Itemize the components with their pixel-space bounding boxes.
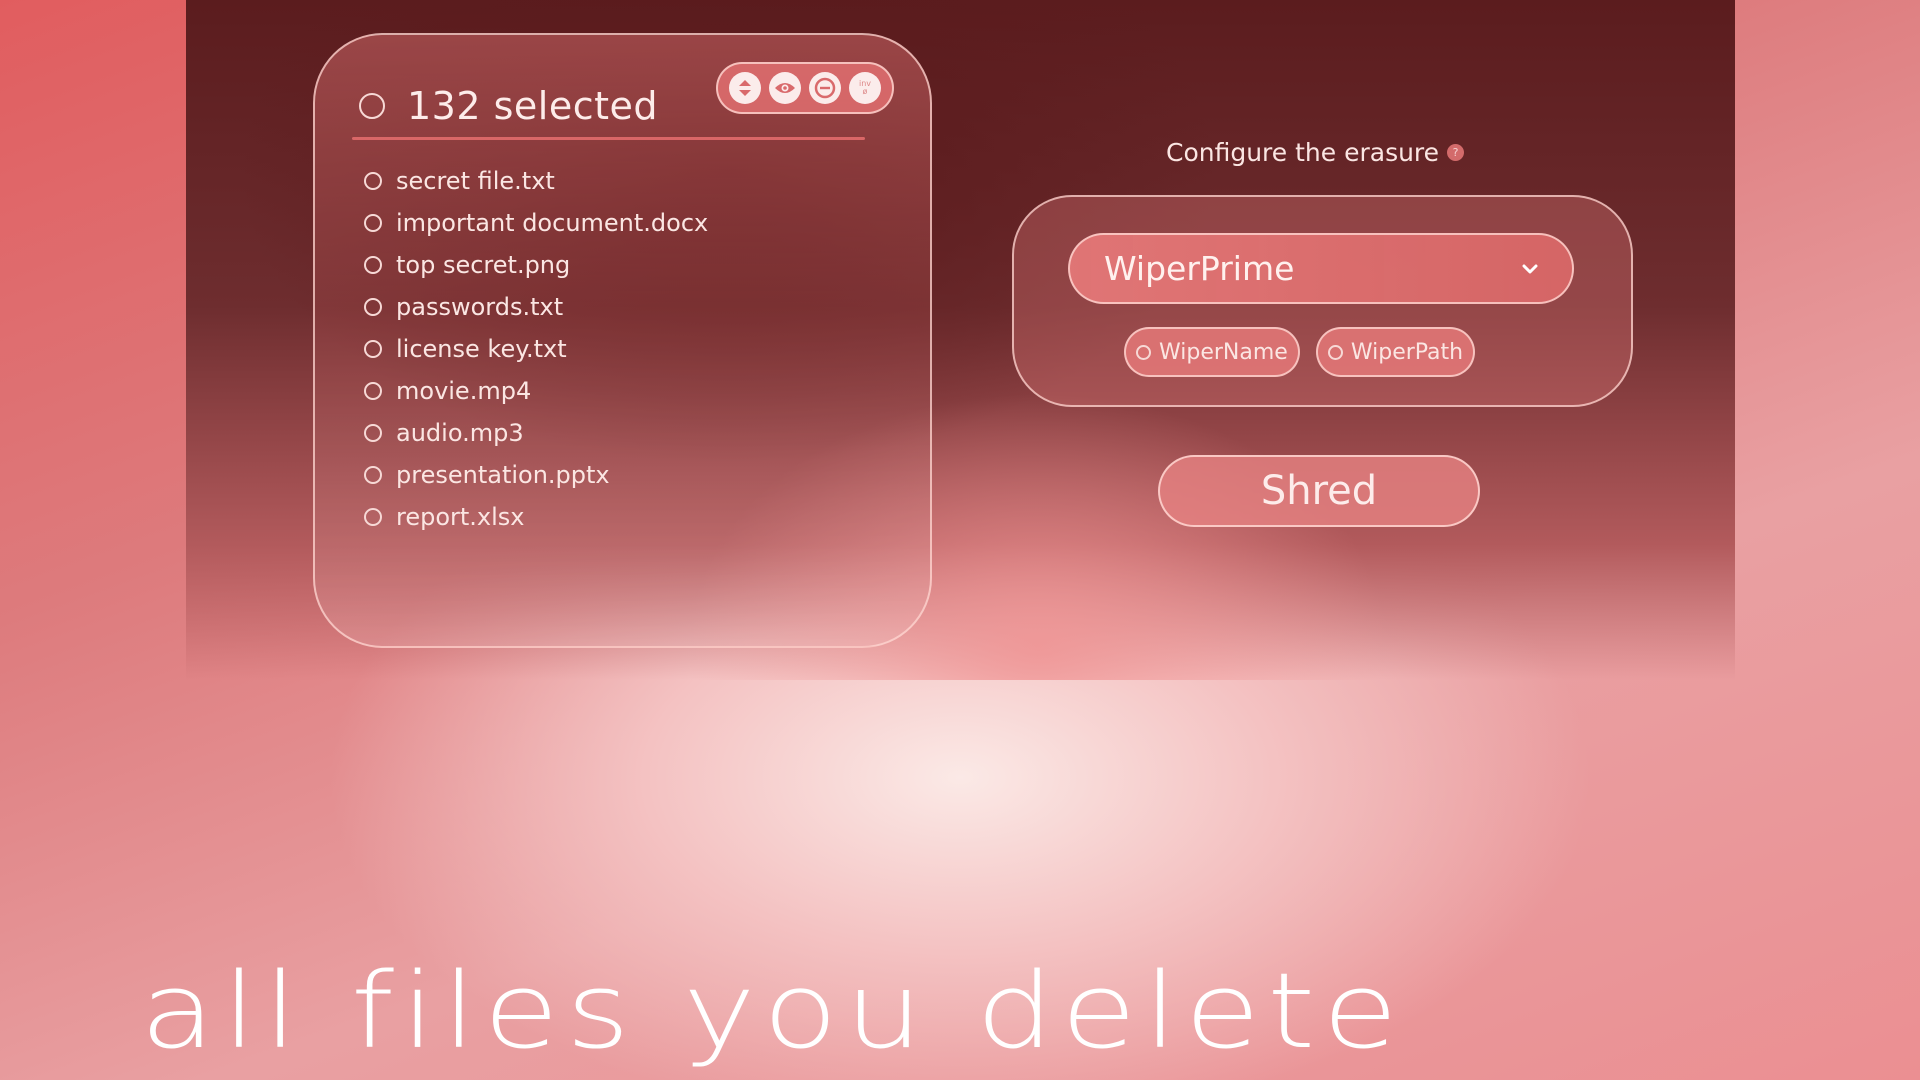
wipe-method-value: WiperPrime [1104, 249, 1295, 288]
file-item[interactable]: top secret.png [364, 244, 708, 286]
remove-button[interactable] [809, 72, 841, 104]
file-item[interactable]: presentation.pptx [364, 454, 708, 496]
config-title: Configure the erasure ? [1166, 138, 1465, 167]
file-name: movie.mp4 [396, 377, 532, 405]
file-item[interactable]: report.xlsx [364, 496, 708, 538]
file-name: report.xlsx [396, 503, 525, 531]
file-item[interactable]: license key.txt [364, 328, 708, 370]
shred-button[interactable]: Shred [1158, 455, 1480, 527]
option-chips: WiperName WiperPath [1124, 327, 1476, 377]
file-list-panel: 132 selected inv ø secret file.txt impor… [313, 33, 932, 648]
preview-button[interactable] [769, 72, 801, 104]
file-name: presentation.pptx [396, 461, 610, 489]
option-wiper-path[interactable]: WiperPath [1315, 327, 1476, 377]
config-title-text: Configure the erasure [1166, 138, 1440, 167]
eye-icon [775, 83, 795, 93]
file-checkbox[interactable] [364, 214, 382, 232]
minus-circle-icon [814, 77, 836, 99]
file-list: secret file.txt important document.docx … [364, 160, 708, 538]
invert-selection-icon: inv ø [858, 79, 872, 96]
file-checkbox[interactable] [364, 466, 382, 484]
file-name: passwords.txt [396, 293, 564, 321]
file-name: top secret.png [396, 251, 571, 279]
select-all-checkbox[interactable] [359, 93, 385, 119]
file-checkbox[interactable] [364, 298, 382, 316]
file-item[interactable]: movie.mp4 [364, 370, 708, 412]
header-divider [352, 137, 865, 140]
file-checkbox[interactable] [364, 382, 382, 400]
option-label: WiperPath [1350, 339, 1464, 365]
file-checkbox[interactable] [364, 340, 382, 358]
config-panel: WiperPrime WiperName WiperPath [1012, 195, 1633, 407]
file-checkbox[interactable] [364, 172, 382, 190]
file-name: secret file.txt [396, 167, 555, 195]
selection-count: 132 selected [407, 84, 659, 128]
chevron-down-icon [1522, 264, 1538, 273]
file-name: license key.txt [396, 335, 567, 363]
file-checkbox[interactable] [364, 508, 382, 526]
wipe-method-select[interactable]: WiperPrime [1068, 233, 1574, 304]
panel-header: 132 selected [359, 71, 658, 141]
file-name: audio.mp3 [396, 419, 524, 447]
help-icon[interactable]: ? [1447, 144, 1465, 161]
file-checkbox[interactable] [364, 424, 382, 442]
file-item[interactable]: passwords.txt [364, 286, 708, 328]
option-radio[interactable] [1136, 344, 1151, 360]
invert-selection-button[interactable]: inv ø [849, 72, 881, 104]
file-toolbar: inv ø [716, 62, 894, 114]
file-name: important document.docx [396, 209, 709, 237]
sort-button[interactable] [729, 72, 761, 104]
option-radio[interactable] [1327, 344, 1343, 360]
file-checkbox[interactable] [364, 256, 382, 274]
file-item[interactable]: important document.docx [364, 202, 708, 244]
file-item[interactable]: secret file.txt [364, 160, 708, 202]
sort-icon [739, 80, 751, 96]
tagline: all files you delete [140, 950, 1405, 1072]
option-wiper-name[interactable]: WiperName [1124, 327, 1300, 377]
file-item[interactable]: audio.mp3 [364, 412, 708, 454]
option-label: WiperName [1159, 339, 1288, 365]
